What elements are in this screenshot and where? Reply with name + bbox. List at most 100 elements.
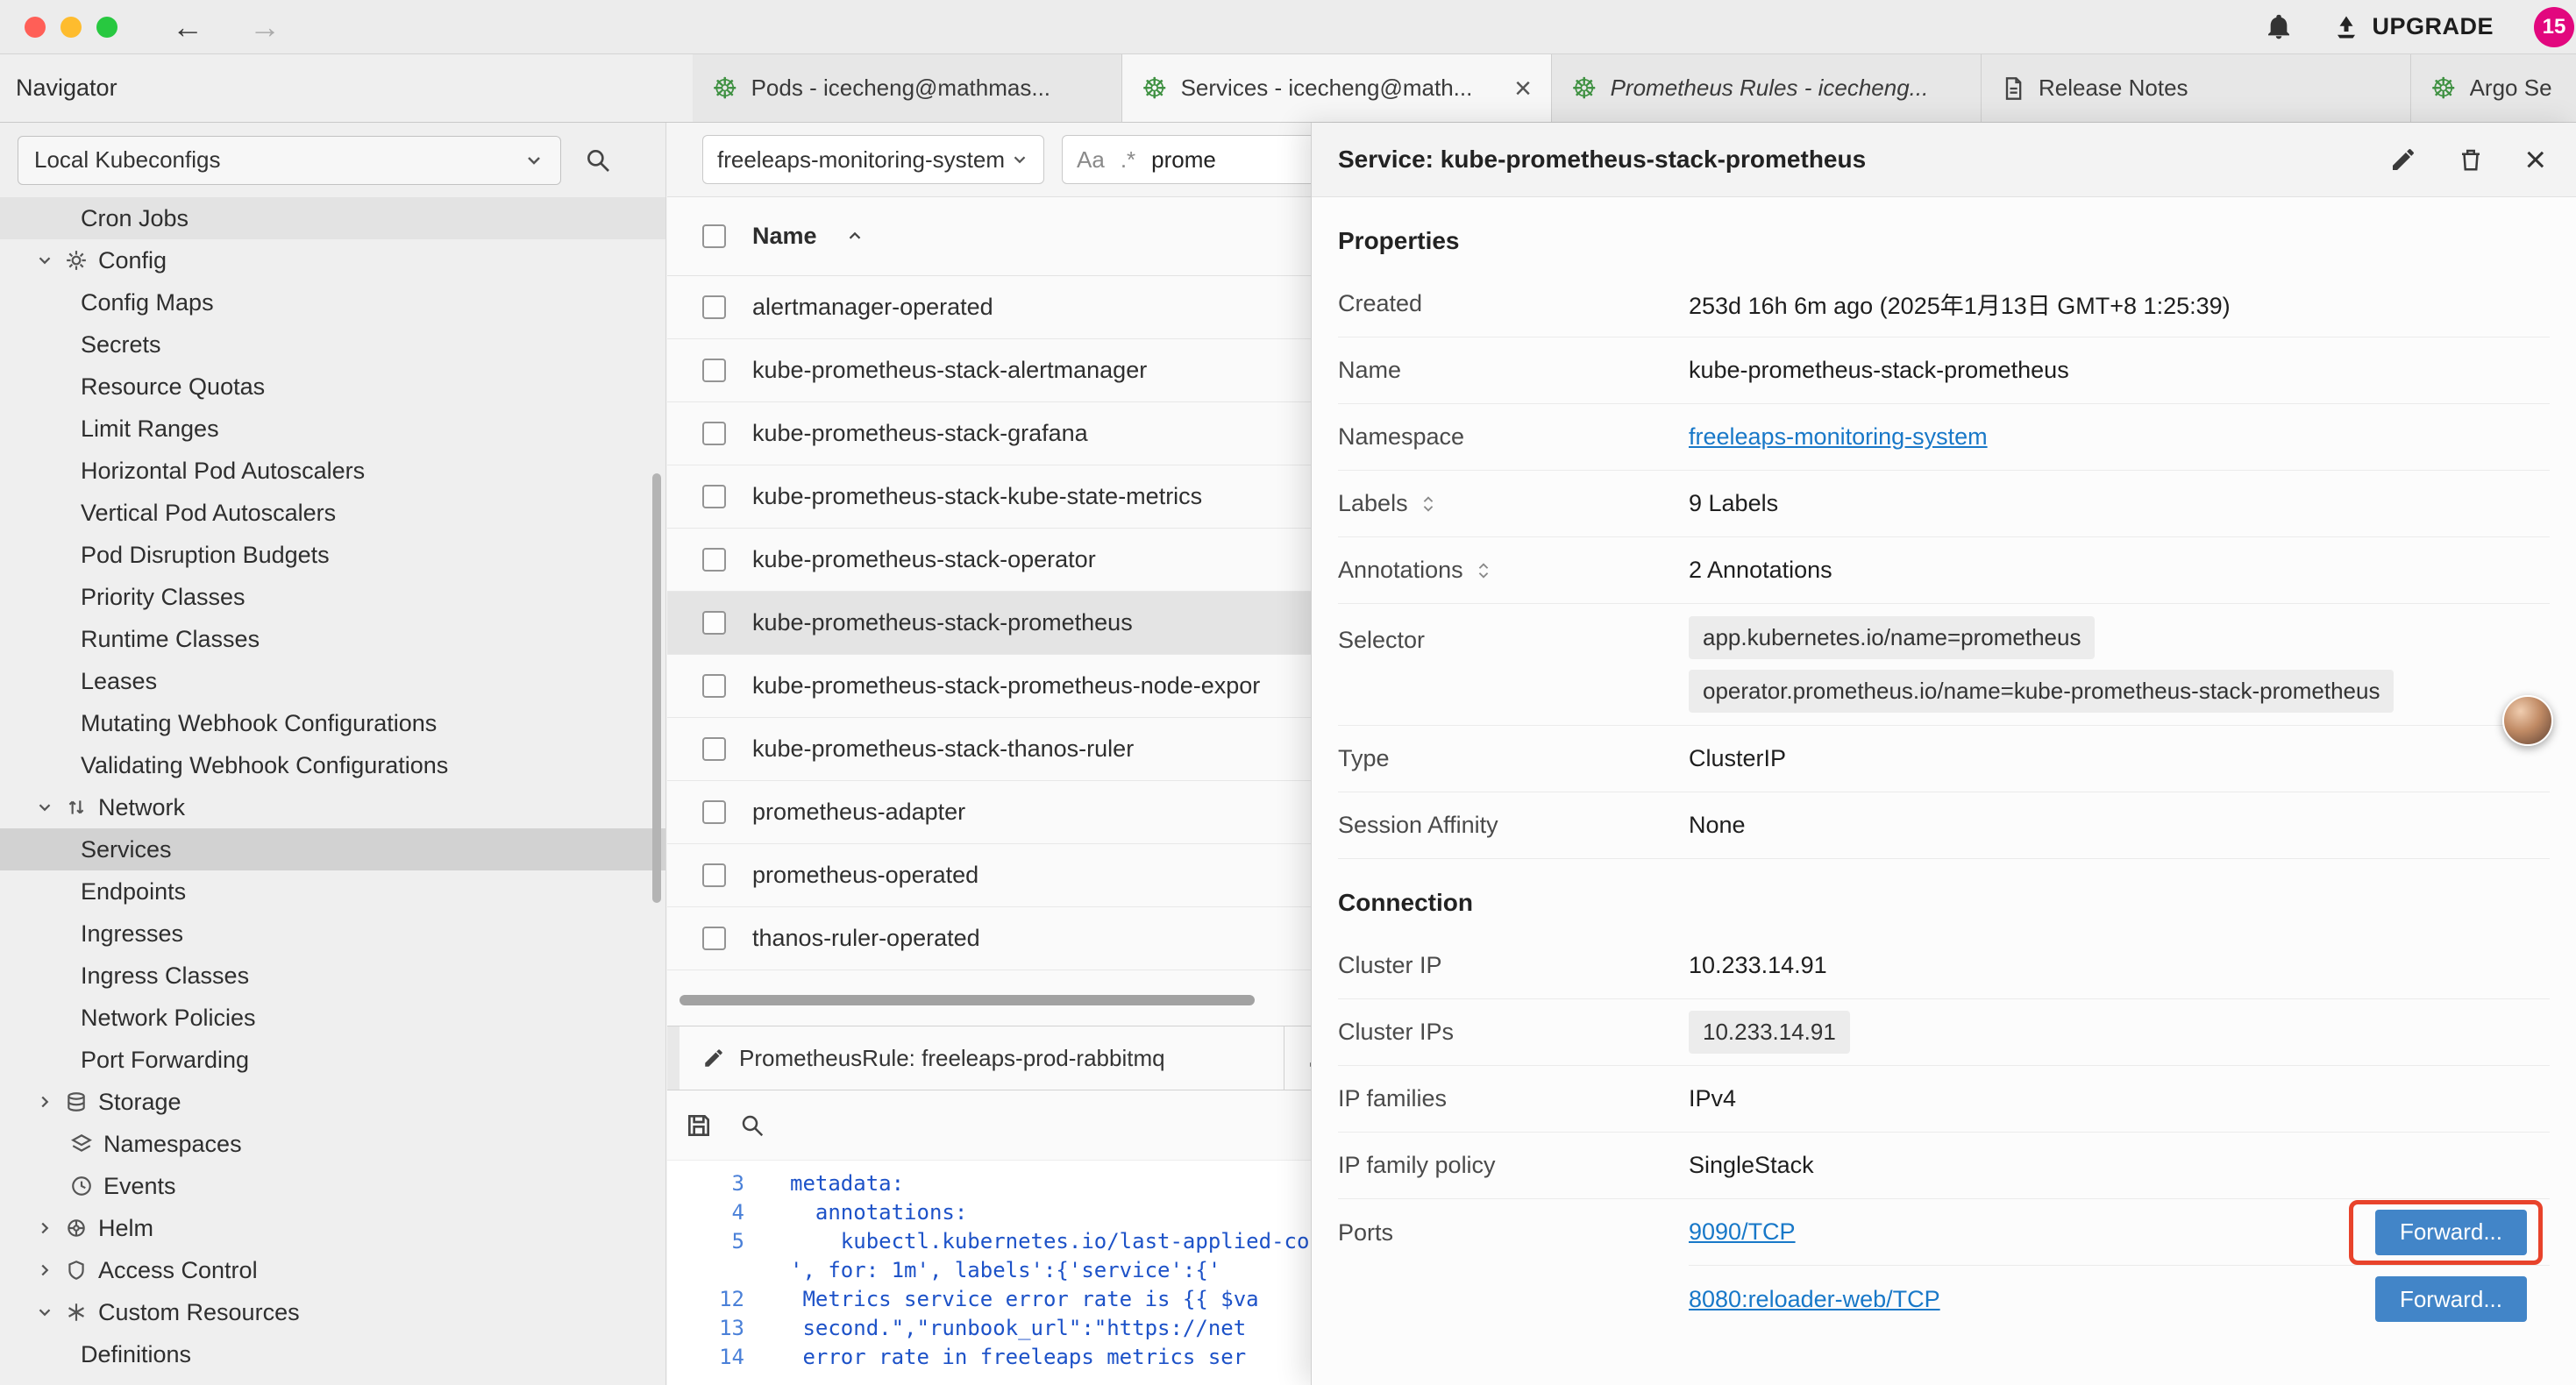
annotations-count[interactable]: 2 Annotations <box>1689 557 2550 584</box>
expand-updown-icon[interactable] <box>1474 561 1493 580</box>
sidebar-item-limit-ranges[interactable]: Limit Ranges <box>0 408 665 450</box>
tab-pods[interactable]: ☸ Pods - icecheng@mathmas... <box>693 54 1122 122</box>
regex-toggle[interactable]: .* <box>1121 146 1135 174</box>
row-checkbox[interactable] <box>702 422 726 445</box>
sidebar-item-definitions[interactable]: Definitions <box>0 1333 665 1375</box>
asterisk-icon <box>65 1301 88 1324</box>
editor-tab-prometheusrule[interactable]: PrometheusRule: freeleaps-prod-rabbitmq <box>680 1026 1284 1090</box>
sidebar-item-resource-quotas[interactable]: Resource Quotas <box>0 366 665 408</box>
code-text: annotations: <box>764 1198 967 1227</box>
delete-trash-icon[interactable] <box>2458 146 2484 174</box>
tab-services[interactable]: ☸ Services - icecheng@math... × <box>1122 54 1552 122</box>
sidebar-group-helm[interactable]: Helm <box>0 1207 665 1249</box>
back-icon[interactable]: ← <box>172 9 203 46</box>
row-checkbox[interactable] <box>702 737 726 761</box>
row-checkbox[interactable] <box>702 863 726 887</box>
code-text: ', for: 1m', labels':{'service':{' <box>764 1256 1220 1285</box>
sidebar-scrollbar[interactable] <box>652 473 661 903</box>
namespace-selector[interactable]: freeleaps-monitoring-system <box>702 135 1044 184</box>
forward-port-button[interactable]: Forward... <box>2375 1276 2527 1322</box>
row-checkbox[interactable] <box>702 927 726 950</box>
tab-label: Prometheus Rules - icecheng... <box>1611 75 1929 102</box>
sidebar-item-config-maps[interactable]: Config Maps <box>0 281 665 323</box>
tab-prometheus-rules[interactable]: ☸ Prometheus Rules - icecheng... <box>1552 54 1982 122</box>
window-close-button[interactable] <box>25 17 46 38</box>
user-avatar[interactable] <box>2502 695 2553 746</box>
row-checkbox[interactable] <box>702 295 726 319</box>
window-minimize-button[interactable] <box>60 17 82 38</box>
sidebar-item-endpoints[interactable]: Endpoints <box>0 870 665 913</box>
sidebar-item-ingress-classes[interactable]: Ingress Classes <box>0 955 665 997</box>
sidebar-item-secrets[interactable]: Secrets <box>0 323 665 366</box>
detail-label: Selector <box>1338 616 1689 654</box>
upgrade-button[interactable]: UPGRADE <box>2333 13 2494 40</box>
forward-port-button[interactable]: Forward... <box>2375 1210 2527 1255</box>
sidebar-item-ingresses[interactable]: Ingresses <box>0 913 665 955</box>
sidebar-item-cron-jobs[interactable]: Cron Jobs <box>0 197 665 239</box>
editor-search-icon[interactable] <box>739 1112 765 1139</box>
sidebar-item-label: Config Maps <box>81 289 214 316</box>
labels-count[interactable]: 9 Labels <box>1689 490 2550 517</box>
window-zoom-button[interactable] <box>96 17 117 38</box>
notification-count-badge[interactable]: 15 <box>2534 7 2574 47</box>
sidebar-group-custom-resources[interactable]: Custom Resources <box>0 1291 665 1333</box>
port-9090-link[interactable]: 9090/TCP <box>1689 1218 1796 1246</box>
namespace-link[interactable]: freeleaps-monitoring-system <box>1689 423 1988 450</box>
service-search-input[interactable]: Aa .* prome <box>1062 135 1342 184</box>
tab-argo[interactable]: ☸ Argo Se <box>2411 54 2576 122</box>
detail-row-ip-family-policy: IP family policy SingleStack <box>1338 1133 2550 1199</box>
sidebar-item-label: Limit Ranges <box>81 416 219 443</box>
sidebar-item-runtime-classes[interactable]: Runtime Classes <box>0 618 665 660</box>
sidebar-item-events[interactable]: Events <box>0 1165 665 1207</box>
sidebar-item-vertical-pod-autoscalers[interactable]: Vertical Pod Autoscalers <box>0 492 665 534</box>
sidebar-item-label: Events <box>103 1173 176 1200</box>
shield-icon <box>65 1259 88 1282</box>
notifications-bell-icon[interactable] <box>2265 13 2293 41</box>
sidebar-item-port-forwarding[interactable]: Port Forwarding <box>0 1039 665 1081</box>
name-column-header[interactable]: Name <box>752 223 817 250</box>
horizontal-scrollbar[interactable] <box>680 995 1255 1005</box>
sort-ascending-icon[interactable] <box>845 227 865 246</box>
row-checkbox[interactable] <box>702 674 726 698</box>
chevron-right-icon <box>35 1218 54 1238</box>
line-number <box>667 1256 764 1285</box>
save-icon[interactable] <box>685 1112 713 1140</box>
row-checkbox[interactable] <box>702 485 726 508</box>
close-drawer-icon[interactable]: × <box>2524 141 2546 178</box>
sidebar-item-priority-classes[interactable]: Priority Classes <box>0 576 665 618</box>
sidebar-item-label: Access Control <box>98 1257 258 1284</box>
sidebar-group-storage[interactable]: Storage <box>0 1081 665 1123</box>
row-checkbox[interactable] <box>702 548 726 572</box>
service-name: kube-prometheus-stack-thanos-ruler <box>752 735 1134 763</box>
session-affinity-value: None <box>1689 812 2550 839</box>
detail-label: Session Affinity <box>1338 812 1689 839</box>
close-tab-icon[interactable]: × <box>1514 74 1532 103</box>
sidebar-item-validating-webhook-configurations[interactable]: Validating Webhook Configurations <box>0 744 665 786</box>
match-case-toggle[interactable]: Aa <box>1077 146 1105 174</box>
kubeconfig-selector[interactable]: Local Kubeconfigs <box>18 136 561 185</box>
sidebar-item-services[interactable]: Services <box>0 828 665 870</box>
sidebar-item-leases[interactable]: Leases <box>0 660 665 702</box>
row-checkbox[interactable] <box>702 359 726 382</box>
sidebar-group-config[interactable]: Config <box>0 239 665 281</box>
sidebar-item-label: Horizontal Pod Autoscalers <box>81 458 365 485</box>
sidebar-group-network[interactable]: Network <box>0 786 665 828</box>
sidebar-item-network-policies[interactable]: Network Policies <box>0 997 665 1039</box>
row-checkbox[interactable] <box>702 800 726 824</box>
line-number: 14 <box>667 1343 764 1372</box>
sidebar-item-horizontal-pod-autoscalers[interactable]: Horizontal Pod Autoscalers <box>0 450 665 492</box>
expand-updown-icon[interactable] <box>1419 494 1438 514</box>
select-all-checkbox[interactable] <box>702 224 726 248</box>
search-icon[interactable] <box>584 146 612 174</box>
sidebar-item-mutating-webhook-configurations[interactable]: Mutating Webhook Configurations <box>0 702 665 744</box>
sidebar-item-label: Vertical Pod Autoscalers <box>81 500 336 527</box>
edit-pencil-icon[interactable] <box>2389 146 2417 174</box>
sidebar-group-access-control[interactable]: Access Control <box>0 1249 665 1291</box>
forward-icon[interactable]: → <box>249 9 281 46</box>
navigator-label: Navigator <box>16 75 117 102</box>
port-8080-link[interactable]: 8080:reloader-web/TCP <box>1689 1286 1940 1313</box>
tab-release-notes[interactable]: Release Notes <box>1982 54 2411 122</box>
sidebar-item-namespaces[interactable]: Namespaces <box>0 1123 665 1165</box>
row-checkbox[interactable] <box>702 611 726 635</box>
sidebar-item-pod-disruption-budgets[interactable]: Pod Disruption Budgets <box>0 534 665 576</box>
